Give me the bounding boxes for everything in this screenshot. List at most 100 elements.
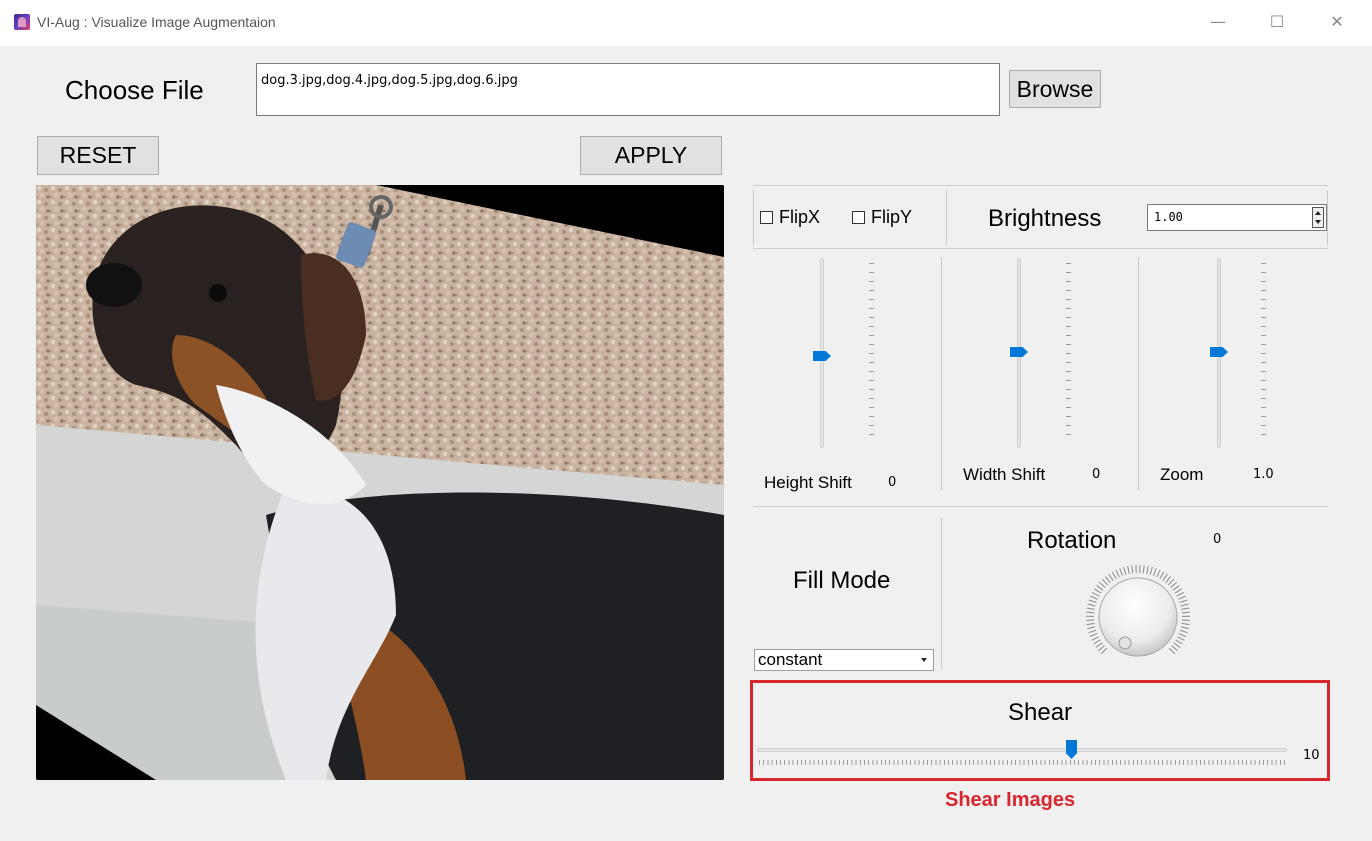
app-icon [14, 14, 30, 30]
height-shift-label: Height Shift [764, 473, 852, 492]
preview-image [36, 185, 724, 780]
title-bar: VI-Aug : Visualize Image Augmentaion — ☐… [0, 0, 1372, 46]
dial-tick [1086, 607, 1095, 610]
dial-tick [1175, 639, 1183, 645]
shear-ticks [759, 760, 1285, 765]
rotation-value: 0 [1213, 532, 1222, 547]
flipx-checkbox[interactable]: FlipX [760, 207, 820, 228]
dial-tick [1086, 619, 1095, 621]
dial-tick [1181, 619, 1190, 621]
chevron-down-icon[interactable] [921, 658, 927, 662]
zoom-value: 1.0 [1253, 467, 1274, 482]
divider [941, 517, 942, 669]
minimize-button[interactable]: — [1195, 8, 1241, 36]
zoom-handle[interactable] [1210, 347, 1228, 357]
dial-tick [1108, 573, 1114, 581]
maximize-button[interactable]: ☐ [1254, 8, 1300, 36]
browse-button[interactable]: Browse [1009, 70, 1101, 108]
height-shift-ticks [869, 263, 874, 443]
dial-tick [1180, 626, 1189, 630]
window-title: VI-Aug : Visualize Image Augmentaion [37, 14, 276, 30]
dial-tick [1089, 633, 1098, 638]
rotation-dial-notch [1118, 636, 1132, 650]
brightness-value: 1.00 [1154, 210, 1183, 224]
panel-row1-divider [753, 248, 1328, 249]
width-shift-value: 0 [1092, 467, 1101, 482]
dial-tick [1162, 573, 1168, 581]
divider [941, 257, 942, 491]
dial-tick [1181, 611, 1190, 614]
flipy-checkbox[interactable]: FlipY [852, 207, 912, 228]
divider [946, 190, 947, 245]
dial-tick [1086, 611, 1095, 614]
dial-tick [1086, 622, 1095, 626]
fill-mode-dropdown[interactable]: constant [754, 649, 934, 671]
dial-tick [1131, 565, 1134, 574]
dial-tick [1173, 642, 1181, 648]
dial-tick [1088, 629, 1097, 634]
dial-tick [1094, 588, 1102, 594]
dial-tick [1146, 565, 1149, 574]
dial-tick [1127, 565, 1130, 574]
dial-tick [1156, 569, 1161, 578]
dial-tick [1091, 591, 1100, 597]
dial-tick [1093, 639, 1101, 645]
dial-tick [1096, 585, 1104, 591]
file-path-input[interactable]: dog.3.jpg,dog.4.jpg,dog.5.jpg,dog.6.jpg [256, 63, 1000, 116]
spin-arrows-icon[interactable] [1312, 207, 1324, 228]
dial-tick [1165, 576, 1172, 584]
dial-tick [1090, 595, 1098, 600]
zoom-label: Zoom [1160, 465, 1204, 484]
height-shift-handle[interactable] [813, 351, 831, 361]
dial-tick [1098, 645, 1105, 652]
shear-highlight-box [750, 680, 1330, 781]
dial-tick [1149, 566, 1153, 575]
dial-tick [1091, 636, 1099, 641]
dial-tick [1098, 581, 1106, 588]
dial-tick [1153, 568, 1157, 576]
dial-tick [1174, 588, 1182, 594]
choose-file-label: Choose File [65, 75, 204, 105]
dial-tick [1095, 642, 1103, 648]
dial-tick [1179, 629, 1188, 634]
reset-button[interactable]: RESET [37, 136, 159, 175]
width-shift-handle[interactable] [1010, 347, 1028, 357]
dial-tick [1100, 647, 1108, 655]
dial-tick [1167, 578, 1175, 586]
apply-button[interactable]: APPLY [580, 136, 722, 175]
shear-caption: Shear Images [945, 789, 1076, 811]
flipx-label: FlipX [779, 207, 821, 227]
shear-slider[interactable] [757, 748, 1287, 752]
width-shift-label: Width Shift [963, 465, 1046, 484]
brightness-label: Brightness [988, 205, 1102, 232]
dial-tick [1168, 647, 1176, 655]
height-shift-value: 0 [888, 475, 897, 490]
brightness-spinbox[interactable]: 1.00 [1147, 204, 1327, 231]
dial-tick [1180, 603, 1189, 607]
dial-tick [1176, 591, 1185, 597]
rotation-dial[interactable] [1078, 557, 1198, 677]
dial-tick [1119, 568, 1123, 576]
dial-tick [1177, 636, 1185, 641]
dial-tick [1171, 645, 1178, 652]
flipx-checkbox-box[interactable] [760, 211, 773, 224]
flipy-checkbox-box[interactable] [852, 211, 865, 224]
zoom-ticks [1261, 263, 1266, 443]
shear-value: 10 [1303, 748, 1320, 763]
divider [1327, 190, 1328, 245]
close-button[interactable]: ✕ [1314, 8, 1360, 36]
rotation-label: Rotation [1027, 527, 1117, 554]
image-preview [36, 185, 724, 780]
dial-tick [1087, 603, 1096, 607]
dial-tick [1142, 565, 1145, 574]
dial-tick [1178, 633, 1187, 638]
dial-tick [1101, 578, 1109, 586]
dial-tick [1115, 569, 1120, 578]
dial-tick [1181, 622, 1190, 626]
dial-tick [1179, 599, 1188, 604]
panel-top-divider [753, 185, 1328, 186]
fill-mode-selected: constant [758, 650, 823, 669]
dial-tick [1181, 607, 1190, 610]
dial-tick [1111, 571, 1117, 580]
flipy-label: FlipY [871, 207, 913, 227]
